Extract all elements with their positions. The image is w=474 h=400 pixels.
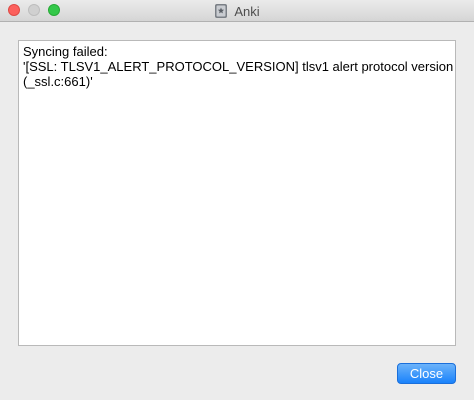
- window-title-group: Anki: [0, 0, 474, 22]
- error-dialog-window: Anki Syncing failed: '[SSL: TLSV1_ALERT_…: [0, 0, 474, 400]
- message-line: Syncing failed:: [23, 44, 108, 59]
- window-title: Anki: [234, 3, 260, 19]
- error-message-textarea[interactable]: Syncing failed: '[SSL: TLSV1_ALERT_PROTO…: [18, 40, 456, 346]
- message-line: (_ssl.c:661)': [23, 74, 93, 89]
- message-line: '[SSL: TLSV1_ALERT_PROTOCOL_VERSION] tls…: [23, 59, 454, 74]
- close-button[interactable]: Close: [397, 363, 456, 384]
- anki-icon: [215, 4, 228, 18]
- title-bar[interactable]: Anki: [0, 0, 474, 22]
